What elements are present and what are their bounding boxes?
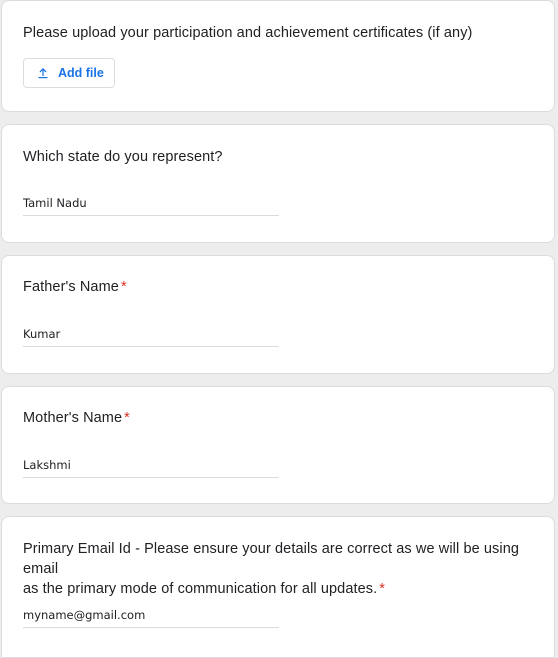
email-answer-field[interactable]: myname@gmail.com bbox=[23, 606, 279, 628]
question-card-mother-name: Mother's Name * Lakshmi bbox=[1, 386, 555, 504]
question-title-mother-name: Mother's Name * bbox=[23, 408, 130, 428]
question-text: Please upload your participation and ach… bbox=[23, 25, 473, 41]
upload-icon bbox=[36, 66, 50, 80]
father-name-answer-field[interactable]: Kumar bbox=[23, 325, 279, 347]
question-text: Father's Name bbox=[23, 279, 119, 295]
mother-name-answer-field[interactable]: Lakshmi bbox=[23, 456, 279, 478]
question-text-line1: Primary Email Id - Please ensure your de… bbox=[23, 541, 520, 577]
question-card-email: Primary Email Id - Please ensure your de… bbox=[1, 516, 555, 658]
question-card-father-name: Father's Name * Kumar bbox=[1, 255, 555, 374]
required-asterisk: * bbox=[379, 581, 386, 597]
add-file-label: Add file bbox=[58, 66, 104, 80]
question-title-state: Which state do you represent? bbox=[23, 147, 223, 167]
question-text: Mother's Name bbox=[23, 410, 123, 426]
state-answer-field[interactable]: Tamil Nadu bbox=[23, 194, 279, 216]
question-card-certificates: Please upload your participation and ach… bbox=[1, 0, 555, 112]
required-asterisk: * bbox=[124, 410, 130, 426]
add-file-button[interactable]: Add file bbox=[23, 58, 115, 88]
question-title-certificates: Please upload your participation and ach… bbox=[23, 23, 473, 43]
question-title-email: Primary Email Id - Please ensure your de… bbox=[23, 539, 543, 599]
question-text-line2: as the primary mode of communication for… bbox=[23, 581, 378, 597]
question-title-father-name: Father's Name * bbox=[23, 277, 127, 297]
question-text: Which state do you represent? bbox=[23, 149, 223, 165]
question-card-state: Which state do you represent? Tamil Nadu bbox=[1, 124, 555, 243]
required-asterisk: * bbox=[120, 279, 127, 295]
